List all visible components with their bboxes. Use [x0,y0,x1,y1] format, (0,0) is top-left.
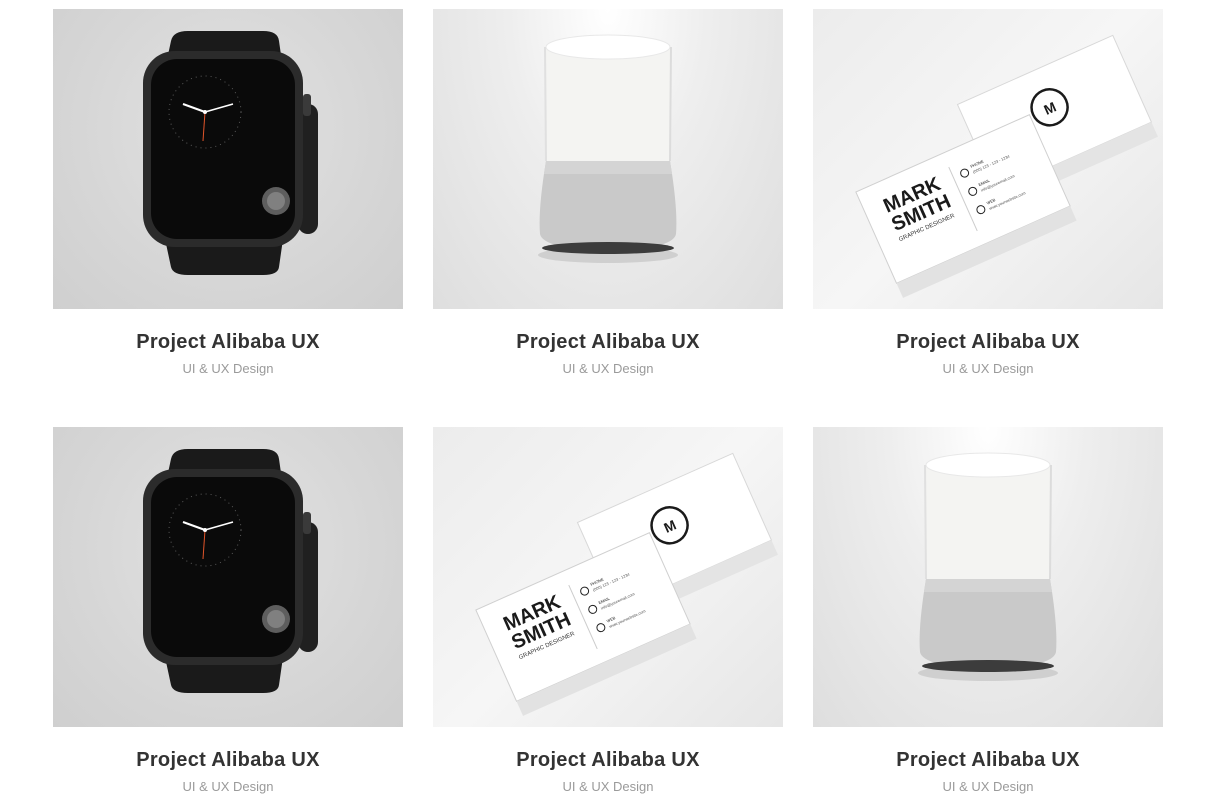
portfolio-item[interactable]: Project Alibaba UX UI & UX Design [433,9,783,376]
project-category: UI & UX Design [182,779,274,794]
project-category: UI & UX Design [942,361,1034,376]
project-category: UI & UX Design [562,361,654,376]
business-cards-image: M MARK SMITH GRAPHIC DESIGNER PHONE (000… [855,34,1158,298]
project-thumbnail-business-cards[interactable]: M MARK SMITH GRAPHIC DESIGNER PHONE (000… [813,9,1163,309]
project-thumbnail-smart-speaker[interactable] [813,427,1163,727]
portfolio-item[interactable]: Project Alibaba UX UI & UX Design [813,427,1163,794]
smart-speaker-image [538,34,678,263]
portfolio-item[interactable]: M MARK SMITH GRAPHIC DESIGNER PHONE (000… [433,427,783,794]
project-thumbnail-smartwatch[interactable] [53,9,403,309]
portfolio-item[interactable]: M MARK SMITH GRAPHIC DESIGNER PHONE (000… [813,9,1163,376]
project-category: UI & UX Design [562,779,654,794]
project-thumbnail-smartwatch[interactable] [53,427,403,727]
project-title[interactable]: Project Alibaba UX [433,331,783,354]
portfolio-item[interactable]: Project Alibaba UX UI & UX Design [53,9,403,376]
project-category: UI & UX Design [182,361,274,376]
project-thumbnail-business-cards[interactable]: M MARK SMITH GRAPHIC DESIGNER PHONE (000… [433,427,783,727]
project-title[interactable]: Project Alibaba UX [53,749,403,772]
project-title[interactable]: Project Alibaba UX [53,331,403,354]
portfolio-item[interactable]: Project Alibaba UX UI & UX Design [53,427,403,794]
project-title[interactable]: Project Alibaba UX [813,331,1163,354]
project-category: UI & UX Design [942,779,1034,794]
smart-speaker-image [918,452,1058,681]
smartwatch-image [143,31,318,275]
smartwatch-image [143,449,318,693]
project-thumbnail-smart-speaker[interactable] [433,9,783,309]
project-title[interactable]: Project Alibaba UX [813,749,1163,772]
project-title[interactable]: Project Alibaba UX [433,749,783,772]
business-cards-image: M MARK SMITH GRAPHIC DESIGNER PHONE (000… [475,452,778,716]
